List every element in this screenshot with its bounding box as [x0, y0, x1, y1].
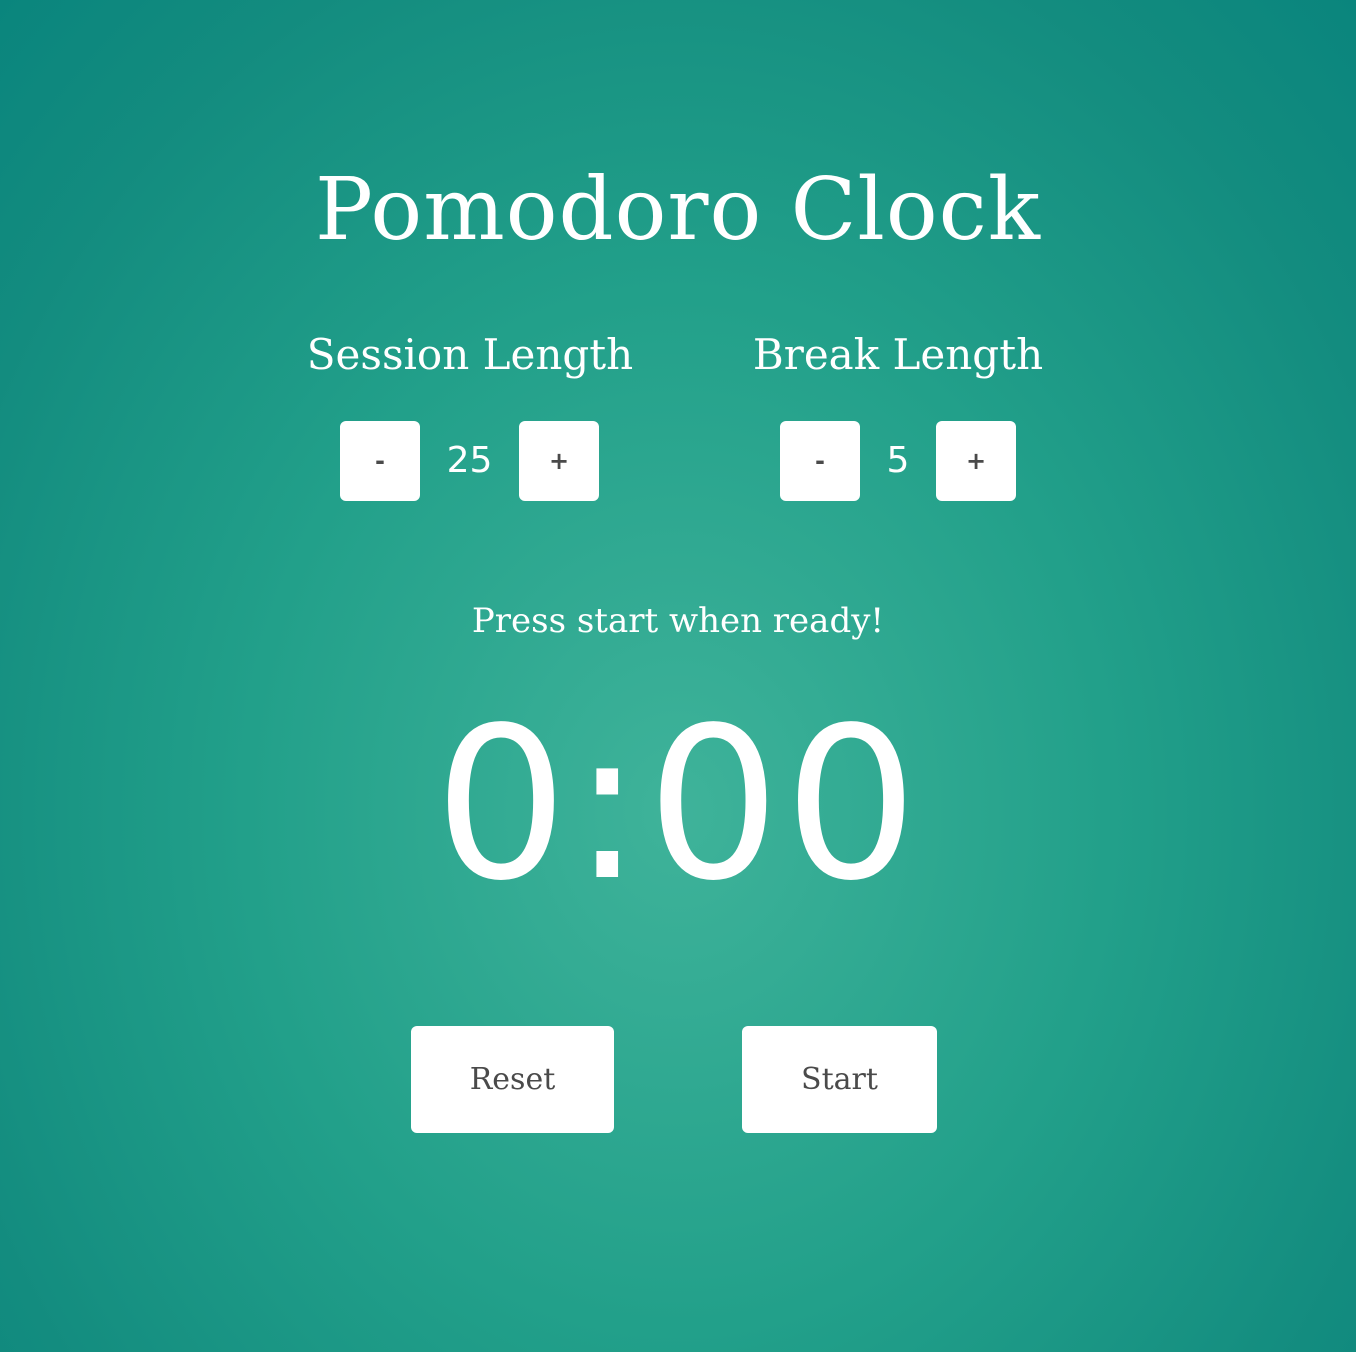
break-length-control: Break Length - 5 +	[718, 325, 1078, 501]
break-increment-button[interactable]: +	[936, 421, 1016, 501]
app-title: Pomodoro Clock	[315, 160, 1041, 260]
session-length-control: Session Length - 25 +	[290, 325, 650, 501]
session-length-label: Session Length	[306, 330, 634, 379]
start-button[interactable]: Start	[742, 1026, 937, 1133]
reset-button[interactable]: Reset	[411, 1026, 614, 1133]
break-length-value: 5	[886, 440, 910, 481]
session-increment-button[interactable]: +	[519, 421, 599, 501]
timer-display: 0:00	[434, 682, 922, 927]
break-decrement-button[interactable]: -	[780, 421, 860, 501]
session-stepper: - 25 +	[290, 421, 650, 501]
session-decrement-button[interactable]: -	[340, 421, 420, 501]
break-stepper: - 5 +	[718, 421, 1078, 501]
break-length-label: Break Length	[752, 330, 1044, 379]
status-message: Press start when ready!	[471, 601, 885, 641]
session-length-value: 25	[446, 440, 493, 481]
